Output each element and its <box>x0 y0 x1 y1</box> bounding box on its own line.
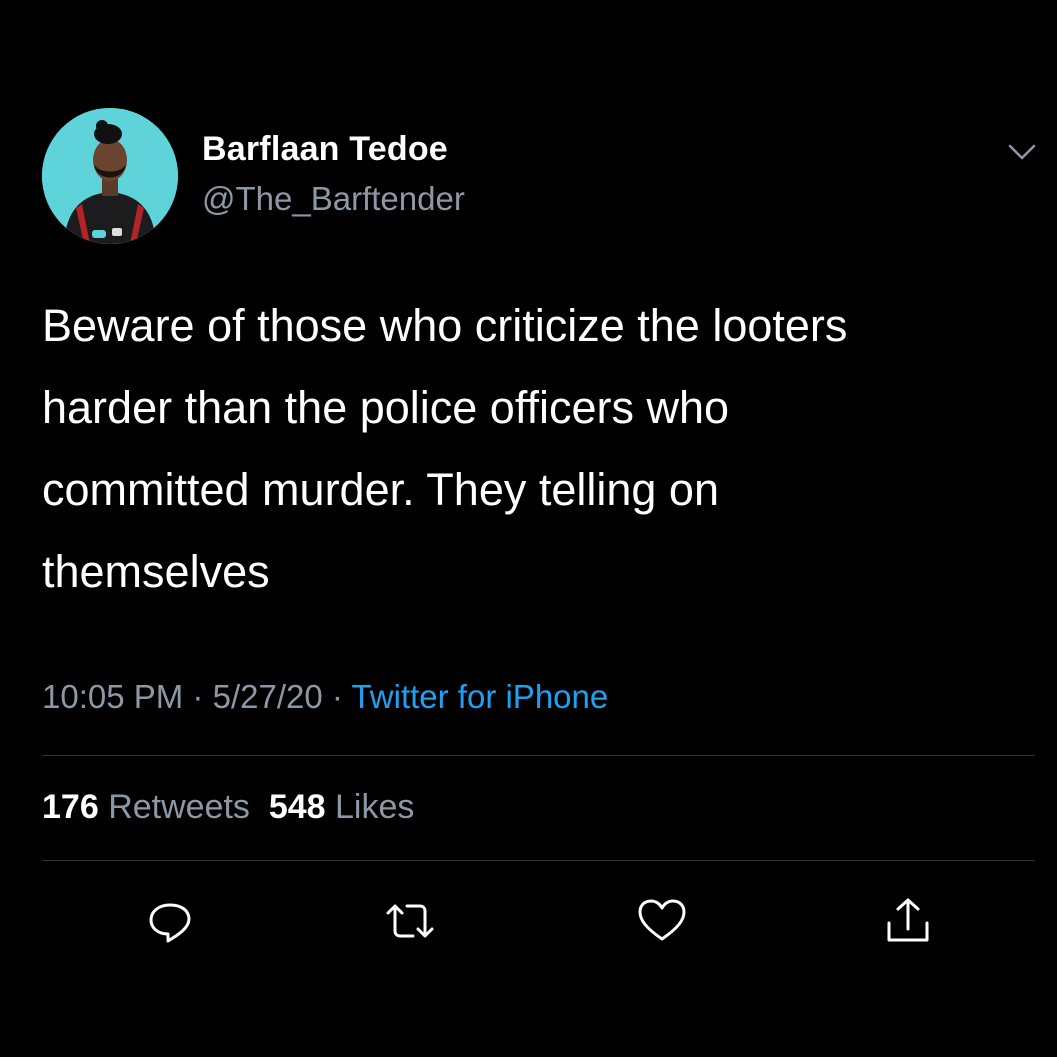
author-name[interactable]: Barflaan Tedoe <box>202 130 448 169</box>
tweet-text-line: committed murder. They telling on <box>42 464 719 515</box>
tweet-text-line: Beware of those who criticize the looter… <box>42 300 848 351</box>
tweet-stats: 176 Retweets 548 Likes <box>42 788 414 827</box>
reply-icon[interactable] <box>142 893 198 949</box>
author-handle[interactable]: @The_Barftender <box>202 180 465 218</box>
avatar-illustration <box>42 108 178 244</box>
tweet-text-line: themselves <box>42 546 270 597</box>
heart-icon[interactable] <box>634 893 690 949</box>
retweets-count: 176 <box>42 788 99 826</box>
likes-stat[interactable]: 548 Likes <box>269 788 415 826</box>
share-icon[interactable] <box>880 893 936 949</box>
retweet-icon[interactable] <box>382 893 438 949</box>
likes-count: 548 <box>268 788 326 826</box>
chevron-down-icon[interactable] <box>1000 138 1044 168</box>
meta-separator: · <box>331 678 343 715</box>
avatar[interactable] <box>42 108 178 244</box>
tweet-source-link[interactable]: Twitter for iPhone <box>351 678 608 715</box>
divider <box>42 860 1034 861</box>
retweets-stat[interactable]: 176 Retweets <box>42 788 250 826</box>
retweets-label: Retweets <box>108 788 250 826</box>
meta-separator: · <box>192 678 204 715</box>
tweet-meta: 10:05 PM · 5/27/20 · Twitter for iPhone <box>42 678 608 716</box>
tweet-text-line: harder than the police officers who <box>42 382 730 433</box>
tweet-card: Barflaan Tedoe @The_Barftender Beware of… <box>0 0 1057 1057</box>
tweet-text: Beware of those who criticize the looter… <box>42 285 1042 613</box>
divider <box>42 755 1034 756</box>
tweet-date[interactable]: 5/27/20 <box>213 678 323 715</box>
tweet-time[interactable]: 10:05 PM <box>42 678 183 715</box>
likes-label: Likes <box>335 788 415 826</box>
